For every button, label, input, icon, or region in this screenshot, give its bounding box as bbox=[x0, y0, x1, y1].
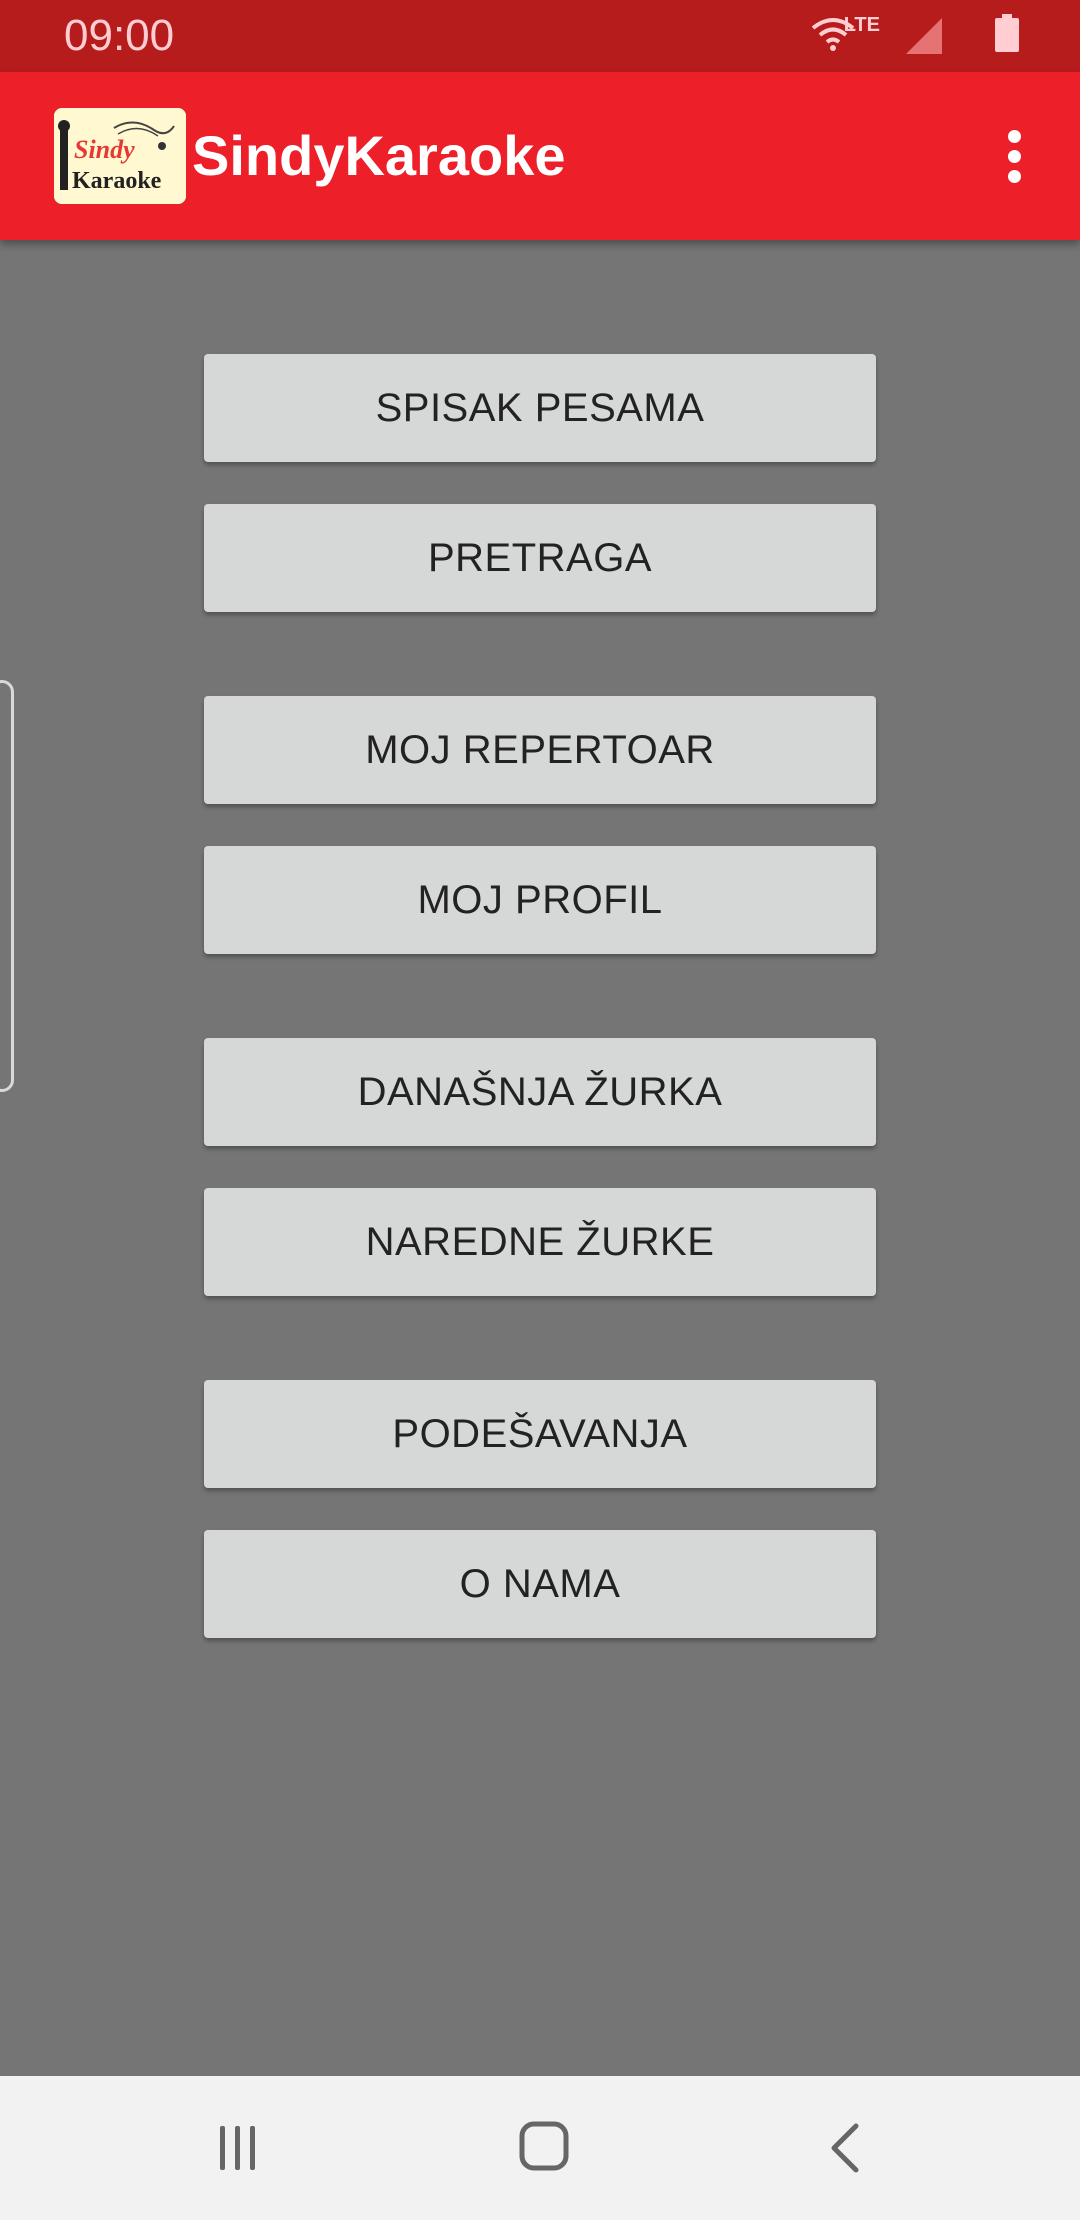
svg-text:Sindy: Sindy bbox=[74, 135, 135, 164]
sindy-karaoke-logo-icon: Sindy Karaoke bbox=[54, 108, 186, 204]
my-profile-button[interactable]: MOJ PROFIL bbox=[204, 846, 876, 954]
svg-text:Karaoke: Karaoke bbox=[72, 168, 162, 194]
navigation-bar bbox=[0, 2076, 1080, 2220]
todays-party-button[interactable]: DANAŠNJA ŽURKA bbox=[204, 1038, 876, 1146]
settings-button[interactable]: PODEŠAVANJA bbox=[204, 1380, 876, 1488]
about-us-button[interactable]: O NAMA bbox=[204, 1530, 876, 1638]
lte-icon: LTE bbox=[843, 14, 880, 36]
status-time: 09:00 bbox=[64, 11, 175, 60]
edge-panel-handle[interactable] bbox=[0, 680, 14, 1092]
app-bar: Sindy Karaoke SindyKaraoke bbox=[0, 72, 1080, 240]
back-icon[interactable] bbox=[826, 2122, 866, 2174]
search-button[interactable]: PRETRAGA bbox=[204, 504, 876, 612]
battery-icon bbox=[995, 14, 1019, 52]
app-title: SindyKaraoke bbox=[192, 124, 566, 187]
signal-icon bbox=[906, 18, 942, 54]
home-icon[interactable] bbox=[518, 2120, 570, 2172]
screen: 09:00 LTE Sindy Karaoke SindyKaraoke SPI… bbox=[0, 0, 1080, 2220]
overflow-menu-icon[interactable] bbox=[986, 124, 1042, 188]
my-repertoire-button[interactable]: MOJ REPERTOAR bbox=[204, 696, 876, 804]
song-list-button[interactable]: SPISAK PESAMA bbox=[204, 354, 876, 462]
status-bar: 09:00 LTE bbox=[0, 0, 1080, 72]
recent-apps-icon[interactable] bbox=[214, 2124, 262, 2172]
upcoming-parties-button[interactable]: NAREDNE ŽURKE bbox=[204, 1188, 876, 1296]
